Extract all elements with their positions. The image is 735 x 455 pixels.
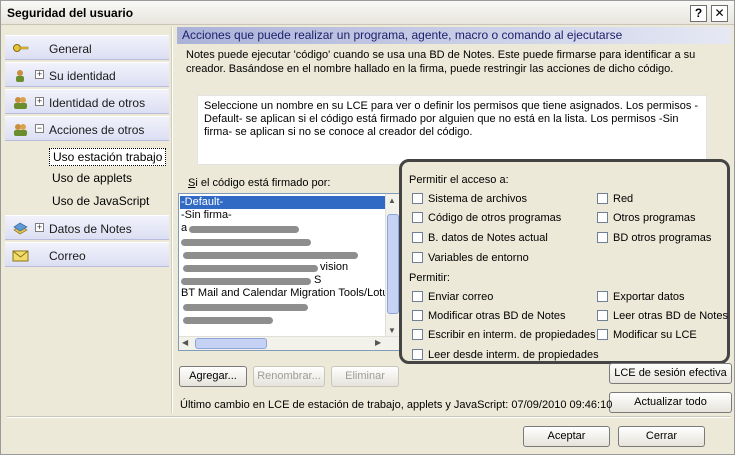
list-item[interactable]: -Sin firma- — [180, 209, 232, 222]
redaction-mark — [183, 317, 273, 324]
checkbox-env-variables[interactable]: Variables de entorno — [412, 252, 529, 264]
permissions-group: Permitir el acceso a: Sistema de archivo… — [399, 159, 730, 364]
access-title: Permitir el acceso a: — [409, 174, 509, 186]
expand-icon[interactable]: + — [35, 70, 44, 79]
checkbox-current-db[interactable]: B. datos de Notes actual — [412, 232, 548, 244]
scroll-thumb[interactable] — [195, 338, 267, 349]
sidebar-item-label: Identidad de otros — [49, 96, 146, 110]
checkbox-send-mail[interactable]: Enviar correo — [412, 291, 493, 303]
sidebar-item-notes-data[interactable]: + Datos de Notes — [5, 215, 169, 240]
people-gear-icon — [14, 124, 27, 136]
user-security-dialog: Seguridad del usuario ? ✕ General + Su i… — [0, 0, 735, 455]
close-button[interactable]: ✕ — [711, 5, 728, 22]
rename-button[interactable]: Renombrar... — [253, 366, 325, 387]
redaction-mark — [189, 226, 299, 233]
sidebar-item-others-actions[interactable]: − Acciones de otros — [5, 116, 169, 141]
people-icon — [14, 97, 27, 109]
redaction-mark — [183, 265, 318, 272]
checkbox-other-program-code[interactable]: Código de otros programas — [412, 212, 561, 224]
cancel-button[interactable]: Cerrar — [618, 426, 705, 447]
sidebar-subitem-workstation[interactable]: Uso estación trabajo — [49, 148, 167, 166]
collapse-icon[interactable]: − — [35, 124, 44, 133]
sidebar-item-label: Acciones de otros — [49, 123, 145, 137]
vertical-scrollbar[interactable]: ▲ ▼ — [385, 194, 399, 338]
redaction-mark — [183, 252, 358, 259]
list-item[interactable]: -Default- — [180, 196, 386, 209]
list-item[interactable]: S — [313, 274, 321, 287]
info-text: Seleccione un nombre en su LCE para ver … — [204, 100, 699, 138]
section-title: Acciones que puede realizar un programa,… — [182, 28, 623, 42]
checkbox-read-other-db[interactable]: Leer otras BD de Notes — [597, 310, 728, 322]
sidebar-item-label: Datos de Notes — [49, 222, 132, 236]
sidebar-item-label: Correo — [49, 249, 86, 263]
scroll-up-icon[interactable]: ▲ — [388, 196, 396, 205]
sidebar-item-label: General — [49, 42, 92, 56]
checkbox-export-data[interactable]: Exportar datos — [597, 291, 685, 303]
section-header: Acciones que puede realizar un programa,… — [177, 27, 731, 44]
redaction-mark — [183, 304, 308, 311]
sidebar-subitem-javascript[interactable]: Uso de JavaScript — [49, 193, 152, 211]
scroll-thumb[interactable] — [387, 214, 399, 314]
sidebar-item-others-identity[interactable]: + Identidad de otros — [5, 89, 169, 114]
mail-icon — [12, 250, 29, 262]
checkbox-file-system[interactable]: Sistema de archivos — [412, 193, 527, 205]
person-icon — [16, 70, 24, 82]
sidebar-item-label: Su identidad — [49, 69, 116, 83]
checkbox-other-db[interactable]: BD otros programas — [597, 232, 711, 244]
title-bar: Seguridad del usuario ? ✕ — [1, 1, 734, 25]
scroll-down-icon[interactable]: ▼ — [388, 326, 396, 335]
database-icon — [13, 222, 28, 235]
list-item[interactable]: BT Mail and Calendar Migration Tools/Lot… — [180, 287, 389, 300]
checkbox-other-programs[interactable]: Otros programas — [597, 212, 696, 224]
expand-icon[interactable]: + — [35, 223, 44, 232]
refresh-all-button[interactable]: Actualizar todo — [609, 392, 732, 413]
redaction-mark — [181, 278, 311, 285]
info-panel: Seleccione un nombre en su LCE para ver … — [197, 95, 707, 165]
checkbox-modify-other-db[interactable]: Modificar otras BD de Notes — [412, 310, 566, 322]
add-button[interactable]: Agregar... — [179, 366, 247, 387]
sidebar-item-identity[interactable]: + Su identidad — [5, 62, 169, 87]
last-change-text: Último cambio en LCE de estación de trab… — [180, 399, 613, 411]
sidebar-item-mail[interactable]: Correo — [5, 242, 169, 267]
horizontal-scrollbar[interactable]: ◀ ▶ — [179, 336, 399, 350]
signed-by-label: Si el código está firmado por: — [188, 177, 331, 189]
dialog-title: Seguridad del usuario — [7, 6, 134, 20]
sidebar: General + Su identidad + Identidad de ot… — [5, 35, 169, 269]
delete-button[interactable]: Eliminar — [331, 366, 399, 387]
list-item[interactable] — [180, 248, 181, 261]
sidebar-item-general[interactable]: General — [5, 35, 169, 60]
redaction-mark — [181, 239, 311, 246]
key-icon — [13, 44, 29, 52]
list-item[interactable] — [180, 300, 181, 313]
footer-divider — [7, 416, 731, 418]
list-item[interactable] — [180, 313, 181, 326]
expand-icon[interactable]: + — [35, 97, 44, 106]
allow-title: Permitir: — [409, 272, 450, 284]
checkbox-read-property-broker[interactable]: Leer desde interm. de propiedades — [412, 349, 599, 361]
checkbox-network[interactable]: Red — [597, 193, 633, 205]
scroll-right-icon[interactable]: ▶ — [375, 338, 381, 347]
effective-session-ecl-button[interactable]: LCE de sesión efectiva — [609, 363, 732, 384]
checkbox-write-property-broker[interactable]: Escribir en interm. de propiedades — [412, 329, 596, 341]
list-item[interactable]: vision — [319, 261, 348, 274]
accept-button[interactable]: Aceptar — [523, 426, 610, 447]
sidebar-subitem-applets[interactable]: Uso de applets — [49, 170, 135, 188]
signers-list[interactable]: -Default- -Sin firma- a vision S BT Mail… — [178, 193, 400, 351]
divider — [171, 27, 173, 413]
list-item[interactable]: a — [180, 222, 187, 235]
scroll-left-icon[interactable]: ◀ — [182, 338, 188, 347]
section-description: Notes puede ejecutar 'código' cuando se … — [186, 49, 696, 75]
checkbox-modify-ecl[interactable]: Modificar su LCE — [597, 329, 697, 341]
help-button[interactable]: ? — [690, 5, 707, 22]
